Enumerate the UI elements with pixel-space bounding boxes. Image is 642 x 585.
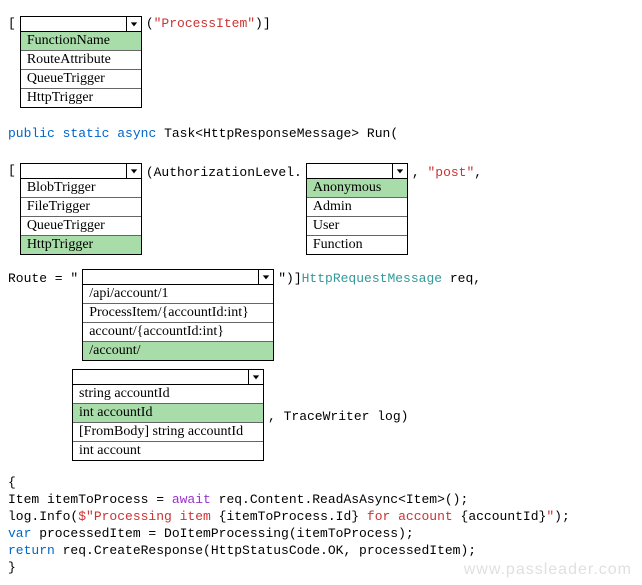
dropdown-option[interactable]: HttpTrigger	[21, 89, 141, 107]
code-line: {	[8, 475, 634, 490]
dropdown-option[interactable]: QueueTrigger	[21, 217, 141, 236]
code-line: log.Info($"Processing item {itemToProces…	[8, 509, 634, 524]
dropdown-option[interactable]: [FromBody] string accountId	[73, 423, 263, 442]
dropdown-option[interactable]: FunctionName	[21, 32, 141, 51]
dropdown-option[interactable]: RouteAttribute	[21, 51, 141, 70]
code-line: return req.CreateResponse(HttpStatusCode…	[8, 543, 634, 558]
dropdown-account-id[interactable]: string accountId int accountId [FromBody…	[72, 369, 264, 461]
bracket-open: [	[8, 163, 16, 178]
code-text: , "post",	[412, 165, 482, 180]
code-text: ")]HttpRequestMessage req,	[278, 271, 481, 286]
dropdown-option[interactable]: int account	[73, 442, 263, 460]
code-text: Route = "	[8, 271, 78, 286]
code-line: Item itemToProcess = await req.Content.R…	[8, 492, 634, 507]
dropdown-option[interactable]: HttpTrigger	[21, 236, 141, 254]
code-text: ("ProcessItem")]	[146, 16, 271, 31]
bracket-open: [	[8, 16, 16, 31]
dropdown-option[interactable]: User	[307, 217, 407, 236]
dropdown-option[interactable]: /account/	[83, 342, 273, 360]
dropdown-option[interactable]: string accountId	[73, 385, 263, 404]
dropdown-trigger-type[interactable]: BlobTrigger FileTrigger QueueTrigger Htt…	[20, 163, 142, 255]
dropdown-option[interactable]: /api/account/1	[83, 285, 273, 304]
dropdown-option[interactable]: int accountId	[73, 404, 263, 423]
dropdown-option[interactable]: account/{accountId:int}	[83, 323, 273, 342]
dropdown-auth-level[interactable]: Anonymous Admin User Function	[306, 163, 408, 255]
code-text: (AuthorizationLevel.	[146, 165, 302, 180]
dropdown-option[interactable]: Function	[307, 236, 407, 254]
dropdown-option[interactable]: BlobTrigger	[21, 179, 141, 198]
chevron-down-icon	[258, 270, 273, 284]
code-line: public static async Task<HttpResponseMes…	[8, 126, 634, 141]
code-line: var processedItem = DoItemProcessing(ite…	[8, 526, 634, 541]
dropdown-option[interactable]: Anonymous	[307, 179, 407, 198]
dropdown-route[interactable]: /api/account/1 ProcessItem/{accountId:in…	[82, 269, 274, 361]
dropdown-function-name[interactable]: FunctionName RouteAttribute QueueTrigger…	[20, 16, 142, 108]
chevron-down-icon	[126, 17, 141, 31]
chevron-down-icon	[126, 164, 141, 178]
dropdown-option[interactable]: FileTrigger	[21, 198, 141, 217]
dropdown-option[interactable]: QueueTrigger	[21, 70, 141, 89]
dropdown-option[interactable]: Admin	[307, 198, 407, 217]
chevron-down-icon	[248, 370, 263, 384]
code-line: }	[8, 560, 634, 575]
code-text: , TraceWriter log)	[268, 409, 408, 424]
chevron-down-icon	[392, 164, 407, 178]
dropdown-option[interactable]: ProcessItem/{accountId:int}	[83, 304, 273, 323]
